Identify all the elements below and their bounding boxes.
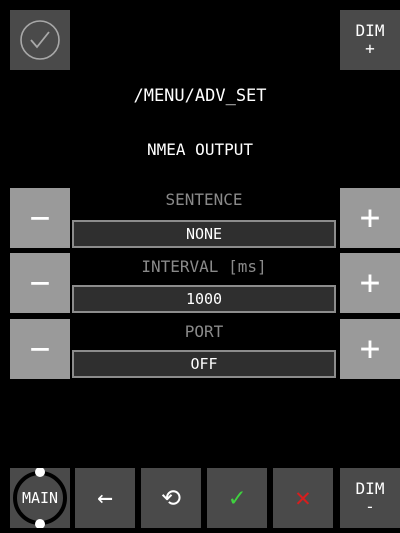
port-decrease-button[interactable]: − bbox=[10, 319, 70, 379]
cancel-button[interactable]: ✕ bbox=[273, 468, 333, 528]
dim-plus-label: DIM bbox=[355, 21, 385, 40]
interval-increase-button[interactable]: + bbox=[340, 253, 400, 313]
plus-icon: + bbox=[359, 198, 381, 238]
breadcrumb: /MENU/ADV_SET bbox=[133, 86, 267, 106]
interval-label: INTERVAL [ms] bbox=[141, 257, 267, 276]
sentence-label: SENTENCE bbox=[165, 190, 243, 209]
port-label: PORT bbox=[184, 322, 224, 341]
minus-icon: − bbox=[29, 198, 51, 238]
checkmark-icon: ✓ bbox=[229, 483, 245, 513]
arrow-left-icon: ← bbox=[97, 483, 113, 513]
sentence-decrease-button[interactable]: − bbox=[10, 188, 70, 248]
dim-minus-button[interactable]: DIM - bbox=[340, 468, 400, 528]
minus-icon: − bbox=[29, 263, 51, 303]
dim-minus-sign: - bbox=[365, 497, 375, 516]
reset-button[interactable]: ⟲ bbox=[141, 468, 201, 528]
confirm-check-button[interactable] bbox=[10, 10, 70, 70]
interval-decrease-button[interactable]: − bbox=[10, 253, 70, 313]
sentence-value[interactable]: NONE bbox=[72, 220, 336, 248]
ok-button[interactable]: ✓ bbox=[207, 468, 267, 528]
interval-value[interactable]: 1000 bbox=[72, 285, 336, 313]
dim-plus-button[interactable]: DIM + bbox=[340, 10, 400, 70]
undo-icon: ⟲ bbox=[160, 484, 182, 512]
dim-minus-label: DIM bbox=[355, 479, 385, 498]
main-button[interactable]: MAIN bbox=[10, 468, 70, 528]
main-label: MAIN bbox=[21, 489, 59, 507]
close-icon: ✕ bbox=[295, 483, 311, 513]
plus-icon: + bbox=[359, 263, 381, 303]
page-title: NMEA OUTPUT bbox=[147, 140, 253, 159]
back-button[interactable]: ← bbox=[75, 468, 135, 528]
port-increase-button[interactable]: + bbox=[340, 319, 400, 379]
dim-plus-sign: + bbox=[365, 39, 375, 58]
port-value[interactable]: OFF bbox=[72, 350, 336, 378]
minus-icon: − bbox=[29, 329, 51, 369]
check-circle-icon bbox=[20, 20, 60, 60]
sentence-increase-button[interactable]: + bbox=[340, 188, 400, 248]
plus-icon: + bbox=[359, 329, 381, 369]
